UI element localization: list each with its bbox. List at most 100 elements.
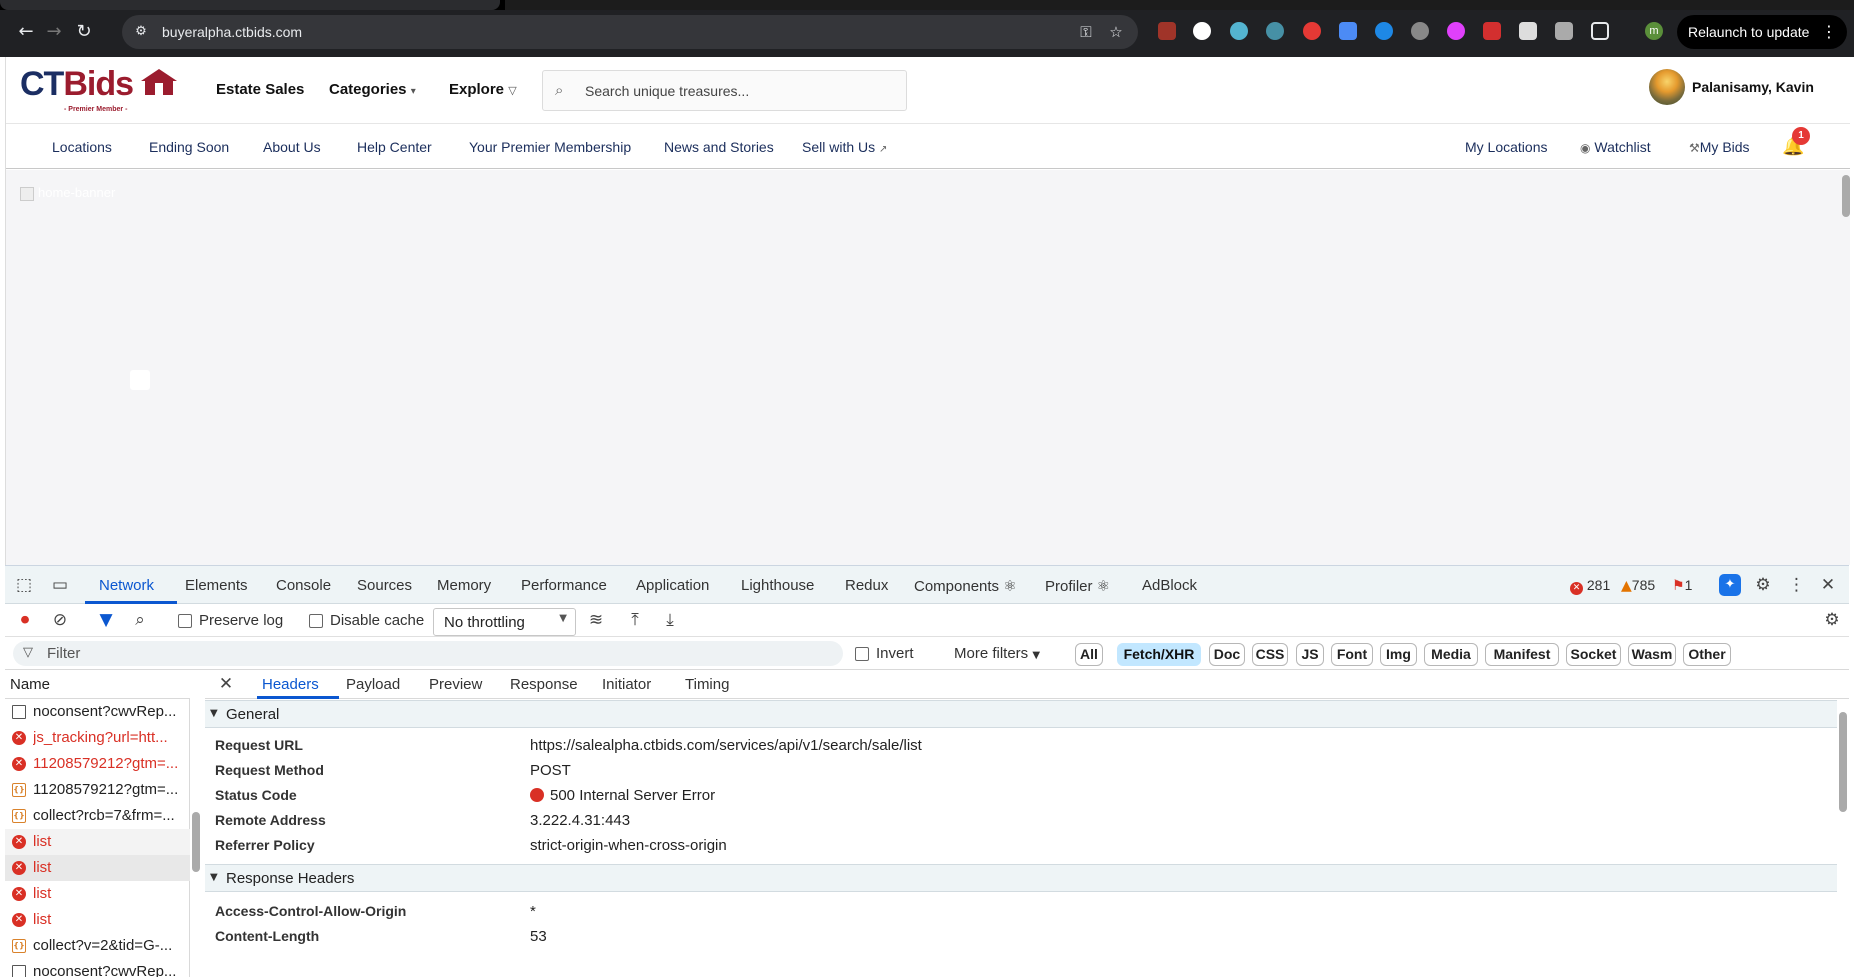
nav-categories[interactable]: Categories ▾	[329, 81, 416, 98]
tab-application[interactable]: Application	[636, 577, 709, 594]
tab-components[interactable]: Components ⚛	[914, 577, 1017, 595]
clear-icon[interactable]: ⊘	[50, 610, 70, 630]
request-list-scrollbar[interactable]	[192, 812, 200, 872]
request-row[interactable]: ✕ list	[5, 907, 190, 933]
type-filter-font[interactable]: Font	[1331, 643, 1373, 666]
search-icon[interactable]: ⌕	[130, 610, 150, 630]
tab-response[interactable]: Response	[510, 676, 578, 693]
tab-headers[interactable]: Headers	[262, 676, 319, 693]
extension-icon[interactable]	[1483, 22, 1501, 40]
extension-icon[interactable]	[1339, 22, 1357, 40]
bookmark-star-icon[interactable]: ☆	[1107, 23, 1125, 41]
subnav-sell-with-us[interactable]: Sell with Us ↗	[802, 139, 887, 155]
tab-payload[interactable]: Payload	[346, 676, 400, 693]
nav-estate-sales[interactable]: Estate Sales	[216, 81, 304, 98]
type-filter-doc[interactable]: Doc	[1209, 643, 1245, 666]
request-row[interactable]: ✕ list	[5, 829, 190, 855]
filter-input[interactable]: ▽ Filter	[13, 641, 843, 666]
request-row[interactable]: {} 11208579212?gtm=...	[5, 777, 190, 803]
tab-left[interactable]	[0, 0, 500, 10]
extension-icon[interactable]	[1519, 22, 1537, 40]
react-devtools-icon[interactable]	[1230, 22, 1248, 40]
type-filter-manifest[interactable]: Manifest	[1485, 643, 1559, 666]
filter-icon[interactable]: ▼	[96, 610, 116, 630]
my-locations-link[interactable]: My Locations	[1465, 139, 1547, 155]
preserve-log-checkbox[interactable]	[178, 614, 192, 628]
subnav-help-center[interactable]: Help Center	[357, 139, 432, 155]
tab-elements[interactable]: Elements	[185, 577, 248, 594]
type-filter-css[interactable]: CSS	[1252, 643, 1288, 666]
subnav-ending-soon[interactable]: Ending Soon	[149, 139, 229, 155]
type-filter-img[interactable]: Img	[1380, 643, 1417, 666]
more-options-icon[interactable]: ⋮	[1788, 575, 1805, 595]
general-section-header[interactable]: ▼ General	[205, 700, 1837, 728]
device-toolbar-icon[interactable]: ▭	[50, 575, 70, 595]
react-icon[interactable]	[1266, 22, 1284, 40]
tab-network[interactable]: Network	[99, 577, 154, 594]
subnav-locations[interactable]: Locations	[52, 139, 112, 155]
relaunch-button[interactable]: Relaunch to update ⋮	[1677, 15, 1847, 49]
request-row[interactable]: noconsent?cwvRep...	[5, 699, 190, 725]
header-value[interactable]: strict-origin-when-cross-origin	[530, 837, 727, 854]
type-filter-wasm[interactable]: Wasm	[1628, 643, 1676, 666]
warning-count[interactable]: ▲785	[1621, 577, 1655, 594]
ai-assistant-icon[interactable]: ✦	[1719, 574, 1741, 596]
tab-preview[interactable]: Preview	[429, 676, 482, 693]
tab-console[interactable]: Console	[276, 577, 331, 594]
detail-scrollbar[interactable]	[1839, 712, 1847, 812]
type-filter-js[interactable]: JS	[1296, 643, 1324, 666]
error-count[interactable]: ✕ 281	[1570, 577, 1610, 595]
request-row[interactable]: {} collect?v=2&tid=G-...	[5, 933, 190, 959]
extension-icon[interactable]	[1193, 22, 1211, 40]
export-har-icon[interactable]: ⤓	[660, 610, 680, 630]
settings-gear-icon[interactable]: ⚙	[1753, 575, 1773, 595]
extension-icon[interactable]	[1158, 22, 1176, 40]
inspect-element-icon[interactable]: ⬚	[14, 575, 34, 595]
request-row[interactable]: ✕ js_tracking?url=htt...	[5, 725, 190, 751]
header-value[interactable]: 3.222.4.31:443	[530, 812, 630, 829]
response-headers-section-header[interactable]: ▼ Response Headers	[205, 864, 1837, 892]
more-menu-icon[interactable]: ⋮	[1821, 15, 1837, 49]
close-detail-icon[interactable]: ✕	[217, 674, 235, 694]
extension-icon[interactable]	[1447, 22, 1465, 40]
header-value[interactable]: POST	[530, 762, 571, 779]
tab-performance[interactable]: Performance	[521, 577, 607, 594]
reload-icon[interactable]: ↻	[72, 20, 96, 44]
network-conditions-icon[interactable]: ≋	[585, 610, 607, 630]
my-bids-link[interactable]: ⚒My Bids	[1689, 139, 1750, 155]
type-filter-other[interactable]: Other	[1683, 643, 1731, 666]
close-icon[interactable]: ✕	[1819, 575, 1837, 595]
import-har-icon[interactable]: ⤒	[625, 610, 645, 630]
extension-icon[interactable]	[1375, 22, 1393, 40]
tab-memory[interactable]: Memory	[437, 577, 491, 594]
search-placeholder[interactable]: Search unique treasures...	[585, 83, 749, 99]
url-text[interactable]: buyeralpha.ctbids.com	[162, 24, 302, 40]
tab-timing[interactable]: Timing	[685, 676, 729, 693]
watchlist-link[interactable]: ◉ Watchlist	[1580, 139, 1651, 155]
type-filter-all[interactable]: All	[1075, 643, 1103, 666]
header-value[interactable]: 53	[530, 928, 547, 945]
network-settings-icon[interactable]: ⚙	[1822, 610, 1842, 630]
request-row[interactable]: {} collect?rcb=7&frm=...	[5, 803, 190, 829]
type-filter-socket[interactable]: Socket	[1566, 643, 1621, 666]
key-icon[interactable]: ⚿	[1077, 23, 1095, 41]
tab-profiler[interactable]: Profiler ⚛	[1045, 577, 1110, 595]
tab-initiator[interactable]: Initiator	[602, 676, 651, 693]
tab-adblock[interactable]: AdBlock	[1142, 577, 1197, 594]
tab-right[interactable]	[505, 0, 1854, 10]
name-column-header[interactable]: Name	[5, 670, 190, 699]
invert-label[interactable]: Invert	[876, 645, 914, 662]
user-name[interactable]: Palanisamy, Kavin	[1692, 79, 1814, 95]
page-scrollbar[interactable]	[1842, 175, 1850, 217]
preserve-log-label[interactable]: Preserve log	[199, 612, 283, 629]
profile-avatar[interactable]: m	[1645, 22, 1663, 40]
header-value[interactable]: https://salealpha.ctbids.com/services/ap…	[530, 737, 922, 754]
subnav-about-us[interactable]: About Us	[263, 139, 321, 155]
issues-count[interactable]: ⚑1	[1672, 577, 1692, 594]
more-filters-dropdown[interactable]: More filters ▼	[954, 645, 1040, 662]
request-row[interactable]: noconsent?cwvRep...	[5, 959, 190, 977]
tab-lighthouse[interactable]: Lighthouse	[741, 577, 814, 594]
type-filter-media[interactable]: Media	[1424, 643, 1478, 666]
disable-cache-label[interactable]: Disable cache	[330, 612, 424, 629]
camera-icon[interactable]	[1555, 22, 1573, 40]
